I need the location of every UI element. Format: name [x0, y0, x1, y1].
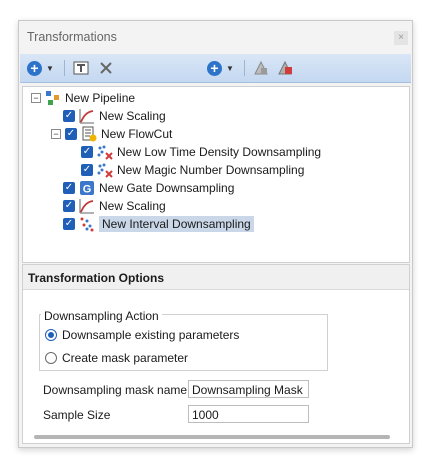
downsample-icon — [97, 145, 113, 160]
chevron-down-icon: ▼ — [46, 63, 54, 73]
transformations-window: Transformations × + ▼ + ▼ − New Pipeline… — [18, 20, 413, 448]
checkbox-checked[interactable]: ✓ — [63, 218, 75, 230]
svg-text:G: G — [83, 184, 92, 196]
group-label: Downsampling Action — [41, 309, 162, 323]
toolbar: + ▼ + ▼ — [20, 54, 411, 83]
options-header: Transformation Options — [23, 265, 409, 290]
checkbox-checked[interactable]: ✓ — [63, 110, 75, 122]
delete-button[interactable] — [98, 59, 114, 77]
checkbox-checked[interactable]: ✓ — [63, 182, 75, 194]
text-box-icon — [73, 61, 89, 75]
radio-unselected-icon[interactable] — [45, 352, 57, 364]
gate-colored-icon — [278, 60, 292, 75]
collapse-icon[interactable]: − — [51, 129, 61, 139]
tree-item[interactable]: − ✓ New FlowCut — [51, 125, 172, 143]
collapse-icon[interactable]: − — [31, 93, 41, 103]
gate-button[interactable] — [253, 59, 269, 77]
x-delete-icon — [100, 62, 112, 74]
radio-label: Create mask parameter — [62, 351, 189, 365]
radio-selected-icon[interactable] — [45, 329, 57, 341]
mask-name-label: Downsampling mask name — [43, 383, 188, 397]
tree-item-label: New Magic Number Downsampling — [117, 163, 305, 177]
radio-label: Downsample existing parameters — [62, 328, 240, 342]
options-title: Transformation Options — [28, 271, 165, 285]
sample-size-label: Sample Size — [43, 408, 111, 422]
checkbox-checked[interactable]: ✓ — [81, 146, 93, 158]
tree-item-label: New Gate Downsampling — [99, 181, 235, 195]
tree-item-label: New Interval Downsampling — [99, 216, 254, 232]
radio-create-mask[interactable]: Create mask parameter — [45, 351, 188, 365]
scaling-icon — [79, 199, 94, 214]
interval-icon — [80, 217, 94, 232]
toolbar-divider — [244, 60, 245, 76]
gate-icon — [254, 60, 268, 75]
chevron-down-icon: ▼ — [226, 63, 234, 73]
tree-root[interactable]: − New Pipeline — [31, 89, 135, 107]
sample-size-field[interactable]: 1000 — [188, 405, 309, 423]
plus-circle-icon: + — [27, 60, 42, 76]
transformation-options-panel: Transformation Options Downsampling Acti… — [22, 264, 410, 444]
pipeline-tree: − New Pipeline ✓ New Scaling − ✓ New Flo… — [22, 86, 410, 263]
scaling-icon — [79, 109, 94, 124]
tree-item-label: New Low Time Density Downsampling — [117, 145, 322, 159]
tree-item[interactable]: ✓ G New Gate Downsampling — [63, 179, 234, 197]
tree-item[interactable]: ✓ New Low Time Density Downsampling — [81, 143, 321, 161]
tree-item-label: New Scaling — [99, 109, 166, 123]
plus-circle-icon: + — [207, 60, 222, 76]
tree-item[interactable]: ✓ New Scaling — [63, 107, 166, 125]
close-icon[interactable]: × — [394, 31, 408, 45]
tree-item-label: New FlowCut — [101, 127, 173, 141]
tree-root-label: New Pipeline — [65, 91, 136, 105]
add-step-button[interactable]: + ▼ — [207, 59, 234, 77]
add-transformation-button[interactable]: + ▼ — [27, 59, 54, 77]
window-title: Transformations — [27, 30, 117, 44]
gate-g-icon: G — [80, 181, 94, 196]
checkbox-checked[interactable]: ✓ — [81, 164, 93, 176]
tree-item-label: New Scaling — [99, 199, 166, 213]
toolbar-divider — [64, 60, 65, 76]
mask-name-field[interactable]: Downsampling Mask — [188, 380, 309, 398]
downsample-icon — [97, 163, 113, 178]
tree-item[interactable]: ✓ New Magic Number Downsampling — [81, 161, 304, 179]
tree-item-selected[interactable]: ✓ New Interval Downsampling — [63, 215, 254, 233]
horizontal-scrollbar[interactable] — [34, 435, 390, 439]
rename-button[interactable] — [73, 59, 89, 77]
checkbox-checked[interactable]: ✓ — [63, 200, 75, 212]
pipeline-icon — [46, 91, 59, 105]
tree-item[interactable]: ✓ New Scaling — [63, 197, 166, 215]
radio-downsample-existing[interactable]: Downsample existing parameters — [45, 328, 239, 342]
gate-color-button[interactable] — [277, 59, 293, 77]
title-bar: Transformations × — [19, 21, 412, 53]
checkbox-checked[interactable]: ✓ — [65, 128, 77, 140]
flowcut-icon — [82, 126, 97, 142]
